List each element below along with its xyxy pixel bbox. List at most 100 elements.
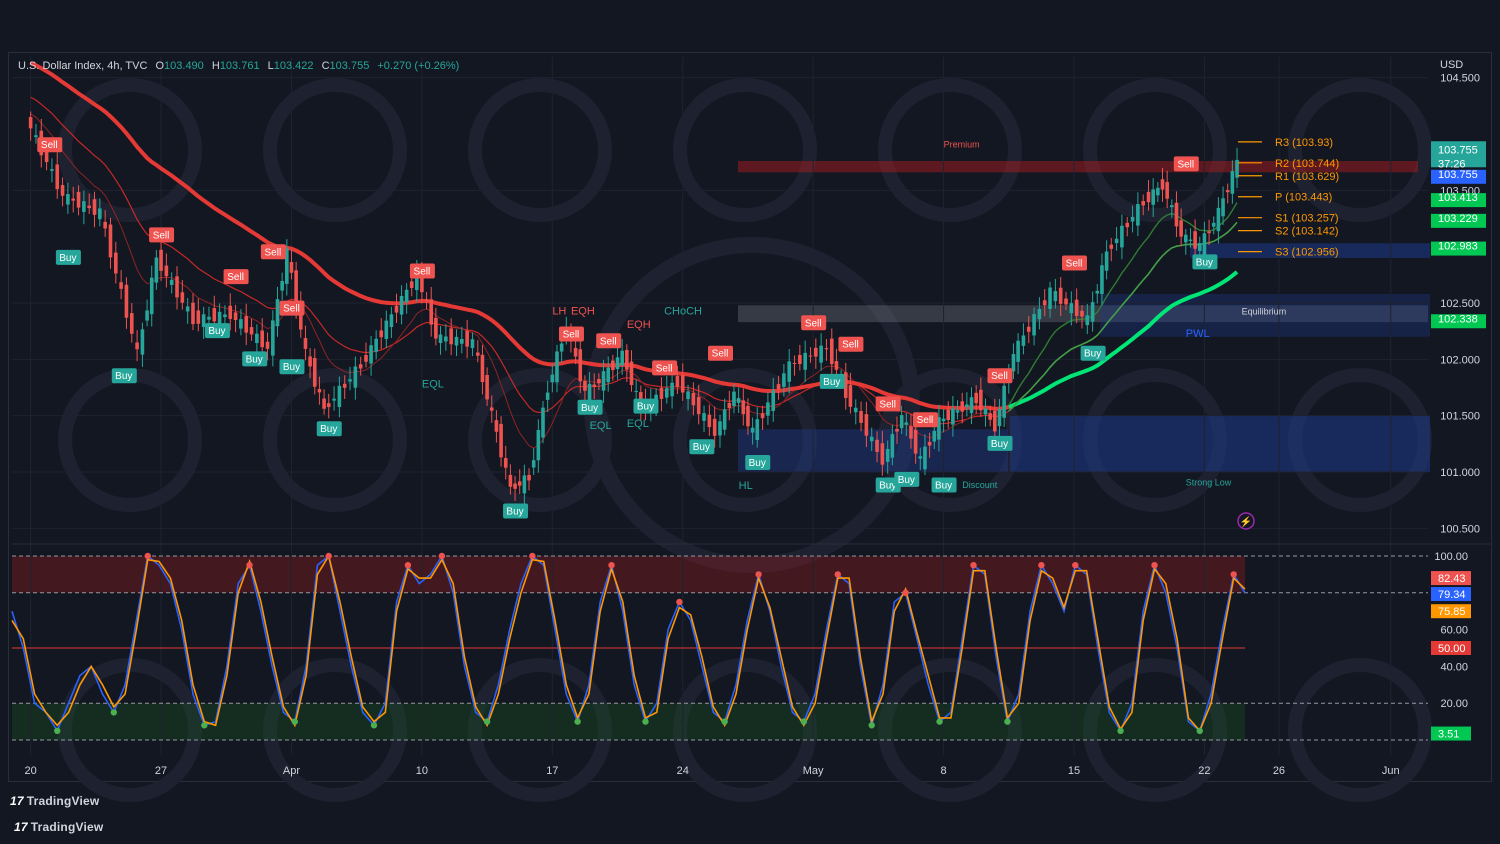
candle-up <box>337 385 342 408</box>
candle-down <box>465 330 469 347</box>
time-axis-label: 10 <box>416 765 428 777</box>
candle-down <box>289 262 294 273</box>
candle-up <box>399 295 404 315</box>
candle-up <box>736 398 741 403</box>
candle-down <box>60 185 65 196</box>
candle-down <box>993 410 997 432</box>
annotation-label: Discount <box>962 480 998 490</box>
price-badge-label: 103.755 <box>1438 169 1478 181</box>
time-axis-label: May <box>803 765 824 777</box>
pivot-label: S1 (103.257) <box>1275 213 1339 225</box>
watermark-seal <box>878 78 1022 222</box>
high-label: H <box>211 60 220 72</box>
candle-up <box>460 338 464 344</box>
signal-label: Buy <box>991 439 1008 450</box>
candle-up <box>899 415 904 429</box>
candle-down <box>434 317 438 339</box>
signal-label: Buy <box>581 403 598 414</box>
tradingview-brand-2[interactable]: 17 TradingView <box>14 820 103 834</box>
candle-up <box>374 338 378 352</box>
cross-dot <box>438 552 446 560</box>
cross-dot <box>1230 571 1237 578</box>
watermark-seal <box>263 78 407 222</box>
signal-label: Buy <box>320 424 337 435</box>
low-value: 103.422 <box>273 60 314 72</box>
price-badge-label: 102.338 <box>1438 313 1478 325</box>
candle-up <box>82 201 86 212</box>
candle-down <box>798 354 802 364</box>
price-chart[interactable]: R3 (103.93) R2 (103.744)R1 (103.629) P (10… <box>0 0 1500 844</box>
candle-down <box>1109 244 1114 249</box>
candle-up <box>1151 189 1155 205</box>
candle-up <box>185 306 190 312</box>
candle-down <box>808 355 813 357</box>
candle-down <box>792 362 797 364</box>
pivot-label: S2 (103.142) <box>1275 226 1339 238</box>
signal-label: Buy <box>283 362 300 373</box>
candle-down <box>92 199 97 215</box>
annotation-label: Strong Low <box>1186 478 1232 488</box>
candle-up <box>275 299 280 327</box>
signal-label: Buy <box>246 354 263 365</box>
candle-up <box>702 413 706 421</box>
candle-up <box>531 460 536 468</box>
candle-up <box>1197 243 1202 251</box>
candle-down <box>979 389 983 411</box>
candle-down <box>974 392 978 404</box>
candle-down <box>159 249 163 271</box>
price-axis-label: 101.000 <box>1440 467 1480 479</box>
candle-up <box>941 418 946 422</box>
candle-down <box>625 349 629 370</box>
candle-up <box>1090 302 1095 322</box>
price-badge-label: 103.755 <box>1438 144 1478 156</box>
candle-up <box>201 314 206 328</box>
candle-up <box>1114 238 1119 244</box>
candle-down <box>513 483 517 489</box>
candle-up <box>1100 265 1104 294</box>
cross-dot <box>676 598 683 606</box>
candle-up <box>955 410 960 413</box>
signal-label: Sell <box>563 330 580 341</box>
price-axis-label: 102.500 <box>1440 298 1480 310</box>
candle-up <box>541 407 545 438</box>
watermark-seal <box>58 78 202 222</box>
candle-up <box>1069 303 1074 314</box>
cross-dot <box>868 722 875 729</box>
candle-down <box>303 338 308 349</box>
price-badge-label: 103.229 <box>1438 213 1478 225</box>
candle-up <box>771 390 776 411</box>
candle-down <box>727 402 732 408</box>
cross-dot <box>404 562 412 569</box>
candle-up <box>670 382 674 397</box>
candle-down <box>776 384 781 390</box>
candle-up <box>722 409 727 430</box>
candle-up <box>444 336 448 342</box>
candle-down <box>494 420 499 432</box>
candle-down <box>592 384 597 387</box>
osc-axis-label: 100.00 <box>1434 551 1468 563</box>
candle-up <box>1085 315 1090 326</box>
overbought-zone <box>12 556 1245 593</box>
candle-down <box>322 398 326 409</box>
candle-down <box>859 410 863 423</box>
signal-label: Sell <box>41 140 58 151</box>
tradingview-logo-icon: 17 <box>10 794 24 808</box>
signal-label: Sell <box>153 230 170 241</box>
cross-dot <box>574 718 581 725</box>
candle-down <box>260 330 264 348</box>
watermark-seal <box>263 368 407 512</box>
candle-down <box>517 481 522 486</box>
candle-down <box>1193 231 1197 249</box>
signal-label: Buy <box>935 481 952 492</box>
candle-down <box>864 414 869 436</box>
cross-dot <box>201 722 208 729</box>
time-axis-label: 27 <box>155 765 167 777</box>
tradingview-brand[interactable]: 17 TradingView <box>10 794 99 808</box>
candle-up <box>869 436 874 442</box>
candle-up <box>965 404 969 408</box>
annotation-label: EQH <box>571 305 595 317</box>
signal-label: Buy <box>506 506 523 517</box>
osc-badge-label: 82.43 <box>1438 573 1466 585</box>
time-axis-label: 24 <box>677 765 689 777</box>
candle-down <box>28 117 33 129</box>
